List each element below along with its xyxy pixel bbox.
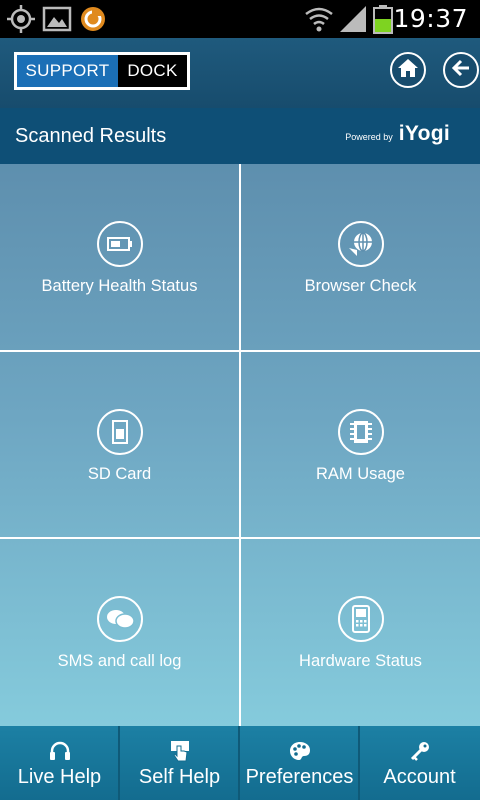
- nav-self-help[interactable]: Self Help: [120, 726, 239, 800]
- nav-label: Self Help: [138, 766, 221, 788]
- battery-icon: [96, 221, 143, 267]
- home-icon: [397, 58, 419, 83]
- tile-sms-call-log[interactable]: SMS and call log: [0, 539, 239, 726]
- nav-label: Preferences: [245, 766, 354, 788]
- app-notification-icon: [78, 4, 108, 39]
- grid-divider-horizontal: [0, 537, 480, 539]
- wifi-icon: [304, 4, 334, 39]
- home-button[interactable]: [390, 52, 426, 88]
- logo-text-dock: DOCK: [118, 55, 187, 87]
- gps-icon: [6, 4, 36, 39]
- tile-label: RAM Usage: [316, 465, 405, 483]
- back-button[interactable]: [443, 52, 479, 88]
- tile-label: Browser Check: [304, 277, 417, 295]
- status-bar: 19:37: [0, 0, 480, 38]
- nav-label: Account: [383, 766, 456, 788]
- nav-live-help[interactable]: Live Help: [0, 726, 119, 800]
- tile-label: SMS and call log: [57, 652, 182, 670]
- phone-device-icon: [337, 596, 384, 642]
- sd-card-icon: [96, 409, 143, 455]
- grid-divider-horizontal: [0, 350, 480, 352]
- globe-icon: [337, 221, 384, 267]
- key-icon: [409, 740, 431, 762]
- app-header: SUPPORT DOCK: [0, 38, 480, 108]
- results-grid: Battery Health Status Browser Check SD C…: [0, 164, 480, 726]
- tile-label: SD Card: [87, 465, 152, 483]
- pointer-hand-icon: [169, 740, 191, 762]
- tile-sd-card[interactable]: SD Card: [0, 352, 239, 537]
- back-arrow-icon: [451, 59, 471, 82]
- gallery-icon: [42, 4, 72, 39]
- tile-browser-check[interactable]: Browser Check: [241, 164, 480, 350]
- clock: 19:37: [393, 4, 468, 33]
- nav-preferences[interactable]: Preferences: [240, 726, 359, 800]
- title-bar: Scanned Results Powered by iYogi: [0, 108, 480, 164]
- logo-text-support: SUPPORT: [17, 55, 118, 87]
- nav-account[interactable]: Account: [360, 726, 479, 800]
- nav-label: Live Help: [17, 766, 102, 788]
- tile-hardware-status[interactable]: Hardware Status: [241, 539, 480, 726]
- signal-icon: [338, 4, 368, 39]
- page-title: Scanned Results: [15, 125, 167, 147]
- ram-chip-icon: [337, 409, 384, 455]
- palette-icon: [289, 740, 311, 762]
- chat-bubbles-icon: [96, 596, 143, 642]
- brand-logo: iYogi: [398, 122, 450, 145]
- support-dock-logo: SUPPORT DOCK: [14, 52, 190, 90]
- tile-ram-usage[interactable]: RAM Usage: [241, 352, 480, 537]
- battery-icon: [372, 4, 394, 39]
- tile-label: Hardware Status: [299, 652, 422, 670]
- powered-by-label: Powered by: [345, 132, 393, 142]
- headset-icon: [49, 740, 71, 762]
- powered-by: Powered by iYogi: [345, 122, 450, 146]
- tile-label: Battery Health Status: [41, 277, 198, 295]
- tile-battery-health[interactable]: Battery Health Status: [0, 164, 239, 350]
- grid-divider-vertical: [239, 164, 241, 726]
- bottom-nav: Live Help Self Help Preferences Account: [0, 726, 480, 800]
